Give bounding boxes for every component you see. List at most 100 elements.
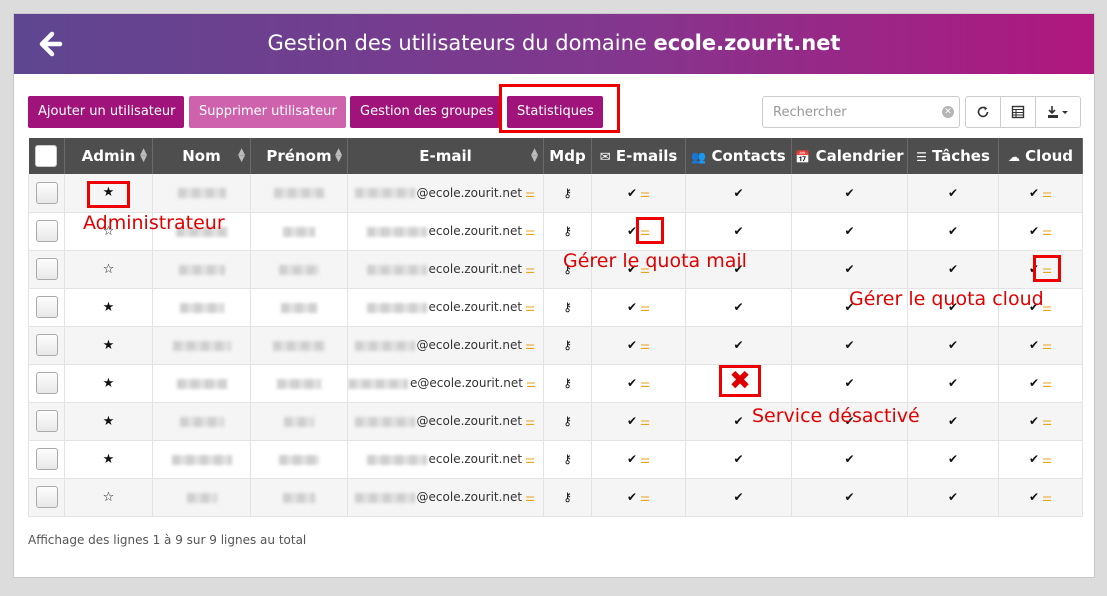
emails-cell: ✔ ⚌ — [591, 326, 686, 365]
star-icon[interactable]: ☆ — [103, 262, 115, 277]
sliders-icon[interactable]: ⚌ — [525, 491, 535, 504]
sliders-icon[interactable]: ⚌ — [525, 225, 535, 238]
sliders-icon[interactable]: ⚌ — [526, 377, 536, 390]
key-icon[interactable]: ⚷ — [563, 300, 572, 314]
key-icon[interactable]: ⚷ — [563, 490, 572, 504]
row-checkbox[interactable] — [35, 372, 58, 394]
manage-groups-button[interactable]: Gestion des groupes — [350, 96, 500, 128]
email-cell: @ecole.zourit.net ⚌ — [347, 402, 544, 441]
quota-cloud-highlight — [1033, 255, 1061, 282]
star-icon[interactable]: ★ — [103, 338, 115, 353]
star-icon[interactable]: ☆ — [103, 490, 115, 505]
col-email[interactable]: E-mail ▲ ▼ — [347, 138, 544, 174]
check-icon: ✔ — [1029, 376, 1040, 390]
row-select-cell — [28, 288, 65, 327]
sliders-icon[interactable]: ⚌ — [1042, 225, 1052, 238]
cloud-cell: ✔ ⚌ — [998, 478, 1083, 517]
check-icon: ✔ — [627, 300, 638, 314]
row-checkbox[interactable] — [35, 486, 58, 508]
search-input[interactable] — [763, 97, 933, 127]
annotation-admin: Administrateur — [83, 212, 225, 234]
sliders-icon[interactable]: ⚌ — [640, 491, 650, 504]
redacted-prenom — [283, 226, 315, 237]
contacts-cell: ✔ — [685, 212, 792, 251]
row-checkbox[interactable] — [35, 220, 58, 242]
columns-button[interactable] — [1000, 96, 1036, 128]
mdp-cell: ⚷ — [543, 440, 592, 479]
check-icon: ✔ — [947, 452, 959, 466]
clear-search-icon[interactable]: ✕ — [942, 106, 954, 118]
row-checkbox[interactable] — [35, 258, 58, 280]
key-icon[interactable]: ⚷ — [563, 224, 572, 238]
key-icon[interactable]: ⚷ — [563, 186, 572, 200]
sort-icon: ▲ ▼ — [335, 147, 342, 164]
check-icon: ✔ — [947, 490, 959, 504]
check-icon: ✔ — [947, 185, 959, 200]
sliders-icon[interactable]: ⚌ — [1042, 453, 1052, 466]
sliders-icon[interactable]: ⚌ — [1042, 377, 1052, 390]
table-header-row: Admin ▲ ▼ Nom ▲ ▼ Prénom ▲ ▼ E-mail ▲ ▼ Mdp ✉ E-… — [28, 138, 1083, 174]
cloud-cell: ✔ ⚌ — [998, 402, 1083, 441]
star-icon[interactable]: ★ — [103, 300, 115, 315]
key-icon[interactable]: ⚷ — [563, 414, 572, 428]
sliders-icon[interactable]: ⚌ — [640, 377, 650, 390]
export-button[interactable] — [1035, 96, 1081, 128]
star-icon[interactable]: ★ — [103, 452, 115, 467]
sliders-icon[interactable]: ⚌ — [640, 301, 650, 314]
prenom-cell — [250, 250, 348, 289]
check-icon: ✔ — [733, 452, 744, 466]
sliders-icon[interactable]: ⚌ — [1042, 415, 1052, 428]
sliders-icon[interactable]: ⚌ — [640, 415, 650, 428]
annotation-service-disabled: Service désactivé — [752, 405, 920, 427]
row-checkbox[interactable] — [35, 181, 58, 204]
sliders-icon[interactable]: ⚌ — [525, 453, 535, 466]
sliders-icon[interactable]: ⚌ — [525, 339, 535, 352]
row-checkbox[interactable] — [35, 410, 58, 432]
tasks-icon: ☰ — [916, 150, 927, 164]
calendrier-cell: ✔ — [791, 174, 908, 213]
sliders-icon[interactable]: ⚌ — [640, 187, 650, 200]
row-select-cell — [28, 326, 65, 365]
select-all-checkbox[interactable] — [35, 145, 58, 167]
add-user-button[interactable]: Ajouter un utilisateur — [28, 96, 184, 128]
refresh-button[interactable] — [965, 96, 1001, 128]
star-icon[interactable]: ★ — [103, 376, 115, 391]
admin-cell: ★ — [64, 326, 153, 365]
check-icon: ✔ — [844, 262, 855, 276]
star-icon[interactable]: ★ — [103, 414, 115, 429]
redacted-nom — [171, 454, 232, 465]
sliders-icon[interactable]: ⚌ — [640, 339, 650, 352]
row-checkbox[interactable] — [35, 334, 58, 356]
redacted-nom — [179, 302, 224, 313]
redacted-email — [366, 226, 427, 237]
sliders-icon[interactable]: ⚌ — [640, 453, 650, 466]
contacts-cell: ✔ — [685, 174, 792, 213]
sliders-icon[interactable]: ⚌ — [525, 187, 535, 200]
back-arrow-icon[interactable] — [34, 28, 66, 60]
email-cell: @ecole.zourit.net ⚌ — [347, 326, 544, 365]
row-checkbox[interactable] — [35, 448, 58, 470]
email-text: @ecole.zourit.net — [416, 185, 523, 200]
key-icon[interactable]: ⚷ — [563, 376, 572, 390]
row-checkbox[interactable] — [35, 296, 58, 318]
col-nom[interactable]: Nom ▲ ▼ — [152, 138, 251, 174]
mdp-cell: ⚷ — [543, 364, 592, 403]
sliders-icon[interactable]: ⚌ — [525, 301, 535, 314]
mdp-cell: ⚷ — [543, 402, 592, 441]
sliders-icon[interactable]: ⚌ — [1042, 491, 1052, 504]
nom-cell — [152, 288, 251, 327]
key-icon[interactable]: ⚷ — [563, 452, 572, 466]
contacts-cell: ✔ — [685, 440, 792, 479]
sliders-icon[interactable]: ⚌ — [1042, 339, 1052, 352]
delete-user-button[interactable]: Supprimer utilisateur — [189, 96, 346, 128]
col-admin[interactable]: Admin ▲ ▼ — [64, 138, 153, 174]
cloud-cell: ✔ ⚌ — [998, 174, 1083, 213]
col-calendrier: 📅 Calendrier — [791, 138, 908, 174]
key-icon[interactable]: ⚷ — [563, 338, 572, 352]
sliders-icon[interactable]: ⚌ — [525, 415, 535, 428]
col-contacts: 👥 Contacts — [685, 138, 792, 174]
col-prenom[interactable]: Prénom ▲ ▼ — [250, 138, 348, 174]
redacted-nom — [186, 492, 217, 503]
sliders-icon[interactable]: ⚌ — [1042, 187, 1052, 200]
sliders-icon[interactable]: ⚌ — [525, 263, 535, 276]
